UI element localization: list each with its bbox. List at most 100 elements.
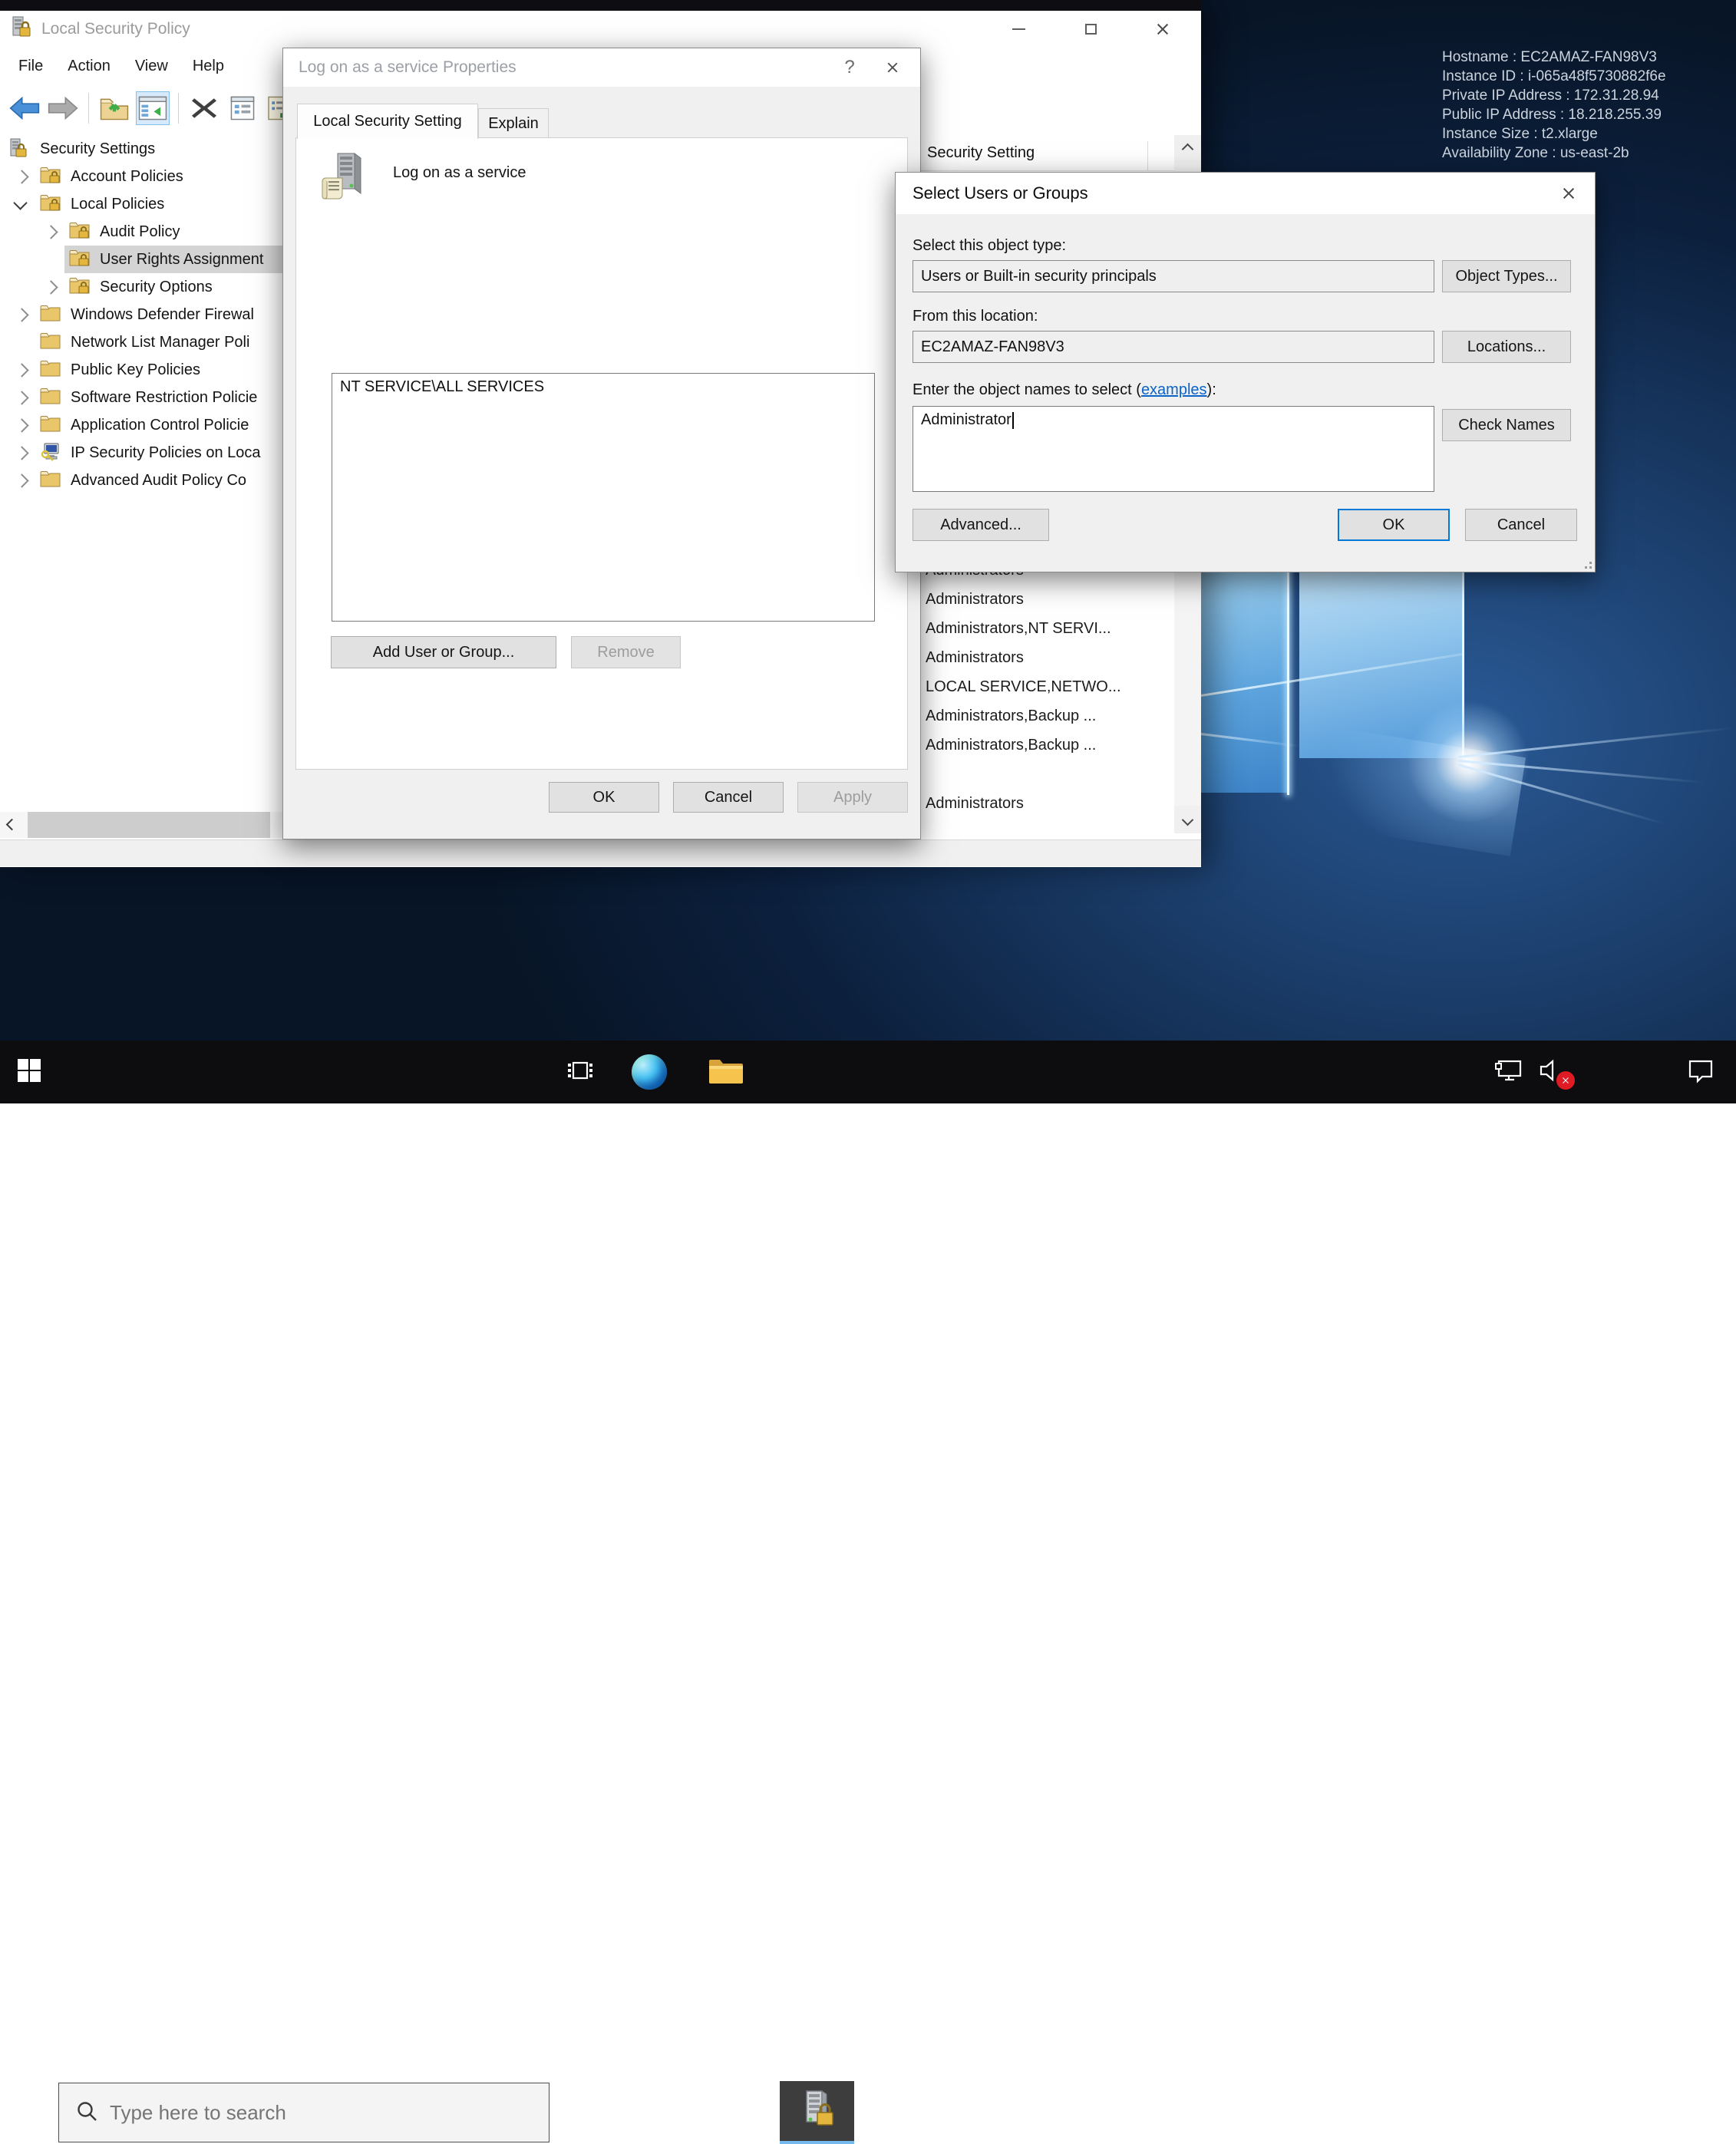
column-divider[interactable] (1147, 141, 1148, 170)
ok-button[interactable]: OK (1338, 509, 1450, 541)
apply-button[interactable]: Apply (797, 782, 908, 813)
scroll-left-icon[interactable] (6, 819, 18, 831)
advanced-button[interactable]: Advanced... (913, 509, 1049, 541)
add-user-or-group-button[interactable]: Add User or Group... (331, 636, 556, 668)
tab-explain[interactable]: Explain (478, 108, 549, 139)
toolbar-separator (178, 93, 179, 124)
location-field[interactable]: EC2AMAZ-FAN98V3 (913, 331, 1434, 363)
help-button[interactable]: ? (828, 52, 871, 83)
show-console-tree-button[interactable] (136, 91, 170, 125)
chevron-right-icon[interactable] (44, 225, 58, 239)
members-listbox[interactable]: NT SERVICE\ALL SERVICES (332, 373, 875, 622)
list-item[interactable]: Administrators (926, 795, 1024, 813)
examples-link[interactable]: examples (1141, 381, 1207, 398)
minimize-button[interactable] (1002, 14, 1035, 45)
tree-item-local-policies[interactable]: Local Policies (0, 190, 282, 218)
folder-icon (40, 470, 61, 494)
info-instance-id: Instance ID : i-065a48f5730882f6e (1442, 67, 1718, 86)
search-input[interactable] (108, 2100, 464, 2126)
tree-item-software-restriction[interactable]: Software Restriction Policie (0, 384, 282, 411)
ipsec-icon (40, 442, 61, 467)
tree-item-public-key-policies[interactable]: Public Key Policies (0, 356, 282, 384)
tree-horizontal-scrollbar[interactable] (0, 812, 282, 838)
cancel-button[interactable]: Cancel (1465, 509, 1577, 541)
taskbar-clock[interactable]: 12:10 PM 3/7/2024 (1572, 2087, 1661, 2133)
menu-view[interactable]: View (123, 48, 180, 84)
list-item[interactable]: Administrators,Backup ... (926, 708, 1096, 725)
properties-button[interactable] (226, 91, 259, 125)
scrollbar-up-button[interactable] (1174, 135, 1201, 163)
scrollbar-thumb[interactable] (28, 812, 270, 838)
tab-local-security-setting[interactable]: Local Security Setting (297, 104, 478, 139)
edge-browser-button[interactable] (611, 1041, 688, 1103)
scrollbar-down-button[interactable] (1174, 806, 1201, 833)
tree-item-label: Network List Manager Poli (71, 334, 249, 351)
locations-button[interactable]: Locations... (1442, 331, 1571, 363)
resize-grip[interactable] (1581, 558, 1592, 569)
taskbar-search[interactable] (58, 2083, 550, 2142)
chevron-right-icon[interactable] (15, 418, 28, 432)
chevron-right-icon[interactable] (15, 446, 28, 460)
column-header-security-setting[interactable]: Security Setting (927, 144, 1035, 162)
tree-item-ip-security-policies[interactable]: IP Security Policies on Loca (0, 439, 282, 467)
volume-muted-icon: #taskbar .xmark::before,#taskbar .xmark:… (1538, 1058, 1566, 1087)
remove-button[interactable]: Remove (571, 636, 681, 668)
maximize-button[interactable] (1074, 14, 1107, 45)
folder-icon (40, 387, 61, 411)
active-app-indicator (780, 2141, 854, 2144)
chevron-right-icon[interactable] (15, 363, 28, 377)
chevron-right-icon[interactable] (15, 391, 28, 404)
tree-item-security-options[interactable]: Security Options (0, 273, 282, 301)
chevron-right-icon[interactable] (15, 473, 28, 487)
task-view-button[interactable] (550, 1041, 611, 1103)
start-button[interactable] (0, 1041, 58, 1103)
list-item[interactable]: Administrators,NT SERVI... (926, 620, 1111, 638)
cancel-button[interactable]: Cancel (673, 782, 784, 813)
tree-item-user-rights-assignment[interactable]: User Rights Assignment (0, 246, 282, 273)
close-button[interactable] (871, 52, 914, 83)
forward-button[interactable] (46, 91, 80, 125)
tree-item-application-control[interactable]: Application Control Policie (0, 411, 282, 439)
menu-action[interactable]: Action (55, 48, 123, 84)
object-types-button[interactable]: Object Types... (1442, 260, 1571, 292)
list-item[interactable]: Administrators,Backup ... (926, 737, 1096, 754)
back-button[interactable] (8, 91, 41, 125)
edge-icon (632, 1054, 667, 1090)
dialog-title: Log on as a service Properties (299, 58, 828, 77)
chevron-down-icon[interactable] (13, 196, 27, 209)
ok-button[interactable]: OK (549, 782, 659, 813)
clock-date: 3/7/2024 (1572, 2110, 1661, 2133)
tree-item-account-policies[interactable]: Account Policies (0, 163, 282, 190)
list-item[interactable]: Administrators (926, 591, 1024, 609)
list-item[interactable]: LOCAL SERVICE,NETWO... (926, 678, 1121, 696)
chevron-right-icon[interactable] (44, 280, 58, 294)
chevron-right-icon[interactable] (15, 308, 28, 322)
volume-tray-button[interactable]: #taskbar .xmark::before,#taskbar .xmark:… (1530, 1041, 1573, 1103)
close-button[interactable] (1146, 14, 1180, 45)
delete-button[interactable] (187, 91, 221, 125)
tree-item-windows-defender-firewall[interactable]: Windows Defender Firewal (0, 301, 282, 328)
object-type-field[interactable]: Users or Built-in security principals (913, 260, 1434, 292)
tree-item-network-list-manager[interactable]: Network List Manager Poli (0, 328, 282, 356)
folder-lock-icon (69, 221, 91, 246)
tree-item-advanced-audit-policy[interactable]: Advanced Audit Policy Co (0, 467, 282, 494)
info-private-ip: Private IP Address : 172.31.28.94 (1442, 86, 1718, 105)
file-explorer-button[interactable] (688, 1041, 764, 1103)
tree-item-label: User Rights Assignment (100, 251, 263, 269)
menu-file[interactable]: File (6, 48, 55, 84)
location-label: From this location: (913, 308, 1038, 325)
member-entry[interactable]: NT SERVICE\ALL SERVICES (340, 378, 544, 395)
check-names-button[interactable]: Check Names (1442, 409, 1571, 441)
names-label-suffix: ): (1207, 381, 1216, 398)
menu-help[interactable]: Help (180, 48, 236, 84)
list-item[interactable]: Administrators (926, 649, 1024, 667)
up-one-level-button[interactable] (97, 91, 131, 125)
local-security-policy-taskbar-button[interactable] (780, 2081, 854, 2141)
tree-item-audit-policy[interactable]: Audit Policy (0, 218, 282, 246)
object-names-textarea[interactable]: Administrator (913, 406, 1434, 492)
close-button[interactable] (1547, 178, 1590, 209)
tree-item-security-settings[interactable]: Security Settings (0, 135, 282, 163)
network-tray-button[interactable] (1487, 1041, 1530, 1103)
chevron-right-icon[interactable] (15, 170, 28, 183)
action-center-button[interactable] (1678, 1041, 1724, 1103)
